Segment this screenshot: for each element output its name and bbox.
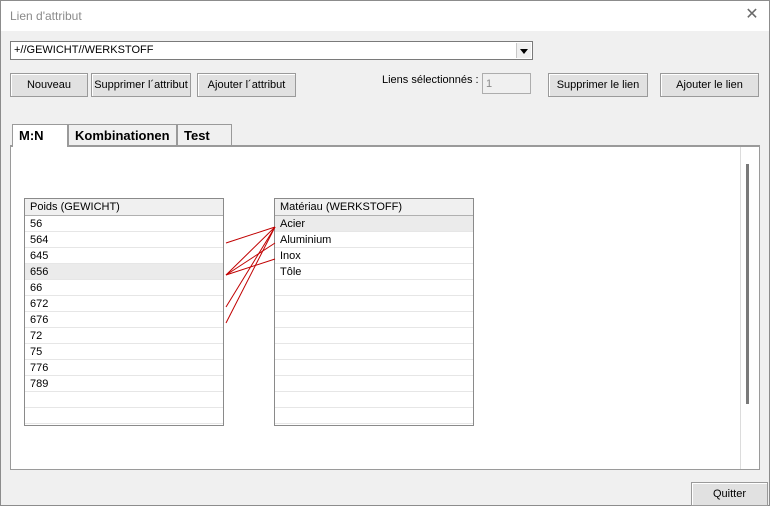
list-item[interactable]	[275, 328, 473, 344]
list-item[interactable]: Acier	[275, 216, 473, 232]
list-item[interactable]: 776	[25, 360, 223, 376]
tab-kombinationen[interactable]: Kombinationen	[68, 124, 177, 145]
panel-divider	[740, 147, 741, 469]
list-item[interactable]: Inox	[275, 248, 473, 264]
attribute-link-select-value: +//GEWICHT//WERKSTOFF	[14, 44, 154, 56]
weight-listbox-header: Poids (GEWICHT)	[25, 199, 223, 216]
list-item[interactable]: 656	[25, 264, 223, 280]
add-link-button[interactable]: Ajouter le lien	[660, 73, 759, 97]
list-item[interactable]: 645	[25, 248, 223, 264]
close-icon[interactable]: ✕	[743, 6, 761, 24]
selected-links-label: Liens sélectionnés :	[382, 74, 479, 86]
material-listbox-header: Matériau (WERKSTOFF)	[275, 199, 473, 216]
list-item[interactable]: 66	[25, 280, 223, 296]
list-item[interactable]	[25, 392, 223, 408]
list-item[interactable]	[25, 408, 223, 424]
tab-test[interactable]: Test	[177, 124, 232, 145]
dialog-window: Lien d'attribut ✕ +//GEWICHT//WERKSTOFF …	[0, 0, 770, 506]
list-item[interactable]: 789	[25, 376, 223, 392]
list-item[interactable]: 72	[25, 328, 223, 344]
list-item[interactable]: 564	[25, 232, 223, 248]
delete-link-button[interactable]: Supprimer le lien	[548, 73, 648, 97]
list-item[interactable]	[275, 408, 473, 424]
list-item[interactable]	[275, 280, 473, 296]
delete-attribute-button[interactable]: Supprimer l´attribut	[91, 73, 191, 97]
vertical-scrollbar[interactable]	[746, 164, 749, 404]
list-item[interactable]: Tôle	[275, 264, 473, 280]
attribute-link-select[interactable]: +//GEWICHT//WERKSTOFF	[10, 41, 533, 60]
list-item[interactable]	[275, 392, 473, 408]
list-item[interactable]: 75	[25, 344, 223, 360]
new-button[interactable]: Nouveau	[10, 73, 88, 97]
add-attribute-button[interactable]: Ajouter l´attribut	[197, 73, 296, 97]
material-rows: Acier Aluminium Inox Tôle	[275, 216, 473, 424]
selected-links-field: 1	[482, 73, 531, 94]
list-item[interactable]	[275, 296, 473, 312]
title-bar: Lien d'attribut ✕	[1, 1, 769, 31]
list-item[interactable]	[275, 360, 473, 376]
chevron-down-icon[interactable]	[516, 43, 531, 58]
list-item[interactable]: 56	[25, 216, 223, 232]
weight-rows: 56 564 645 656 66 672 676 72 75 776 789	[25, 216, 223, 424]
tab-mn[interactable]: M:N	[12, 124, 68, 147]
list-item[interactable]	[275, 344, 473, 360]
quit-button[interactable]: Quitter	[691, 482, 768, 506]
window-title: Lien d'attribut	[10, 9, 82, 23]
list-item[interactable]: 676	[25, 312, 223, 328]
material-listbox[interactable]: Matériau (WERKSTOFF) Acier Aluminium Inox T…	[274, 198, 474, 426]
list-item[interactable]	[275, 312, 473, 328]
list-item[interactable]	[275, 376, 473, 392]
list-item[interactable]: Aluminium	[275, 232, 473, 248]
weight-listbox[interactable]: Poids (GEWICHT) 56 564 645 656 66 672 676 72 75 7…	[24, 198, 224, 426]
list-item[interactable]: 672	[25, 296, 223, 312]
